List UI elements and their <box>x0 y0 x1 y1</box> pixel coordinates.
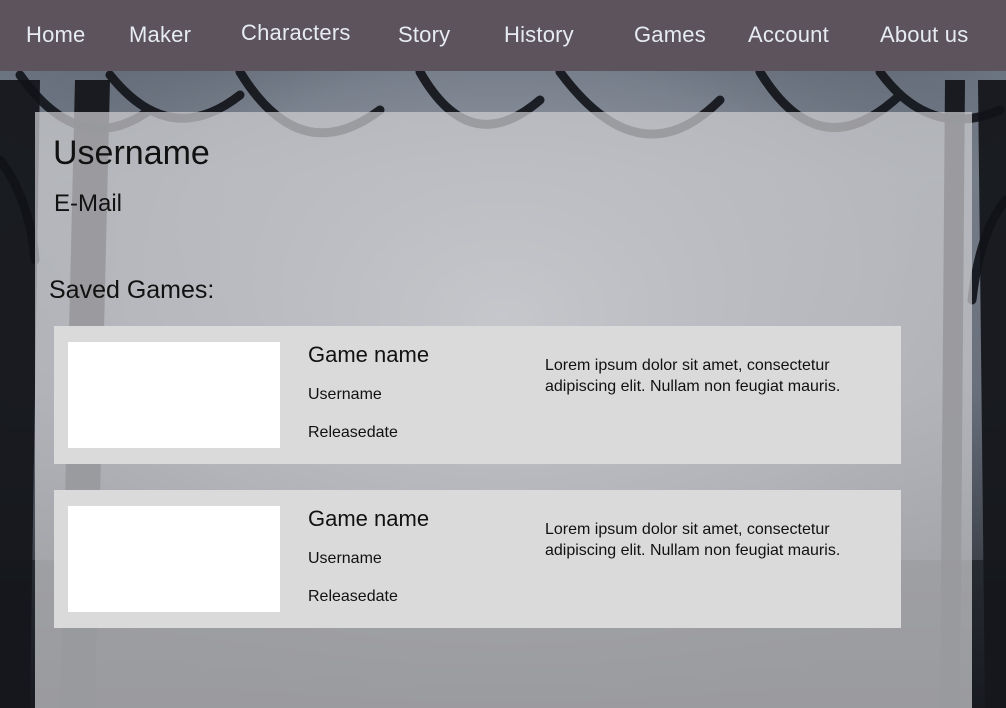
nav-home-link[interactable]: Home <box>26 22 86 48</box>
game-name: Game name <box>308 342 430 367</box>
saved-game-card[interactable]: Game name Username Releasedate Lorem ips… <box>54 326 901 464</box>
saved-game-card[interactable]: Game name Username Releasedate Lorem ips… <box>54 490 901 628</box>
game-description: Lorem ipsum dolor sit amet, consectetur … <box>545 521 841 559</box>
game-releasedate: Releasedate <box>308 424 398 441</box>
nav-maker-link[interactable]: Maker <box>129 22 191 48</box>
game-thumbnail <box>68 506 280 612</box>
nav-account-link[interactable]: Account <box>748 22 829 48</box>
game-description: Lorem ipsum dolor sit amet, consectetur … <box>545 357 841 395</box>
game-username: Username <box>308 386 382 403</box>
game-releasedate: Releasedate <box>308 588 398 605</box>
nav-games-link[interactable]: Games <box>634 22 706 48</box>
profile-username: Username <box>53 134 210 172</box>
game-username: Username <box>308 550 382 567</box>
nav-characters-link[interactable]: Characters <box>241 20 351 46</box>
nav-history-link[interactable]: History <box>504 22 574 48</box>
game-name: Game name <box>308 506 430 531</box>
account-panel: Username E-Mail Saved Games: Game name U… <box>35 112 972 708</box>
top-navigation: Home Maker Characters Story History Game… <box>0 0 1006 71</box>
game-thumbnail <box>68 342 280 448</box>
saved-games-heading: Saved Games: <box>49 276 215 304</box>
profile-email: E-Mail <box>54 190 123 217</box>
nav-story-link[interactable]: Story <box>398 22 450 48</box>
nav-about-us-link[interactable]: About us <box>880 22 968 48</box>
